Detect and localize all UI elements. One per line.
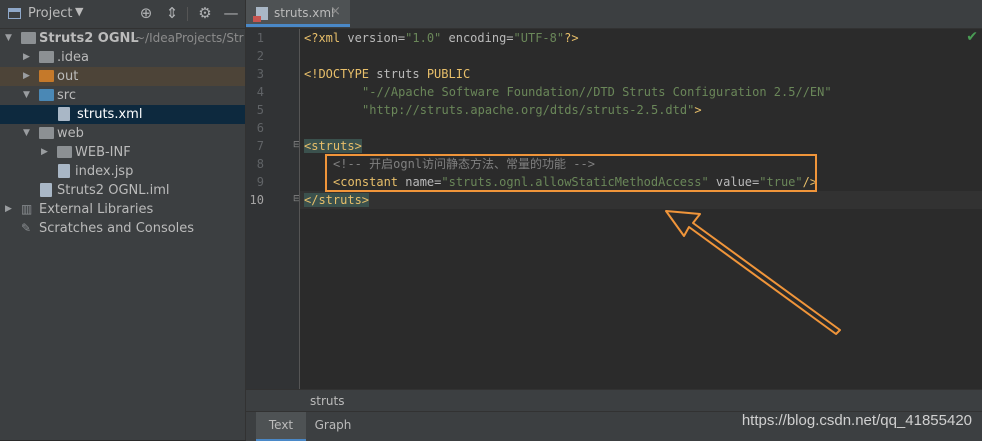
watermark: https://blog.csdn.net/qq_41855420 <box>741 412 972 429</box>
tab-graph[interactable]: Graph <box>308 412 358 441</box>
tab-text[interactable]: Text <box>256 412 306 441</box>
annotation-arrow <box>665 210 841 335</box>
annotation-arrow-shape <box>665 210 841 335</box>
breadcrumb: struts <box>246 389 982 412</box>
breadcrumb-item-struts[interactable]: struts <box>310 394 344 408</box>
